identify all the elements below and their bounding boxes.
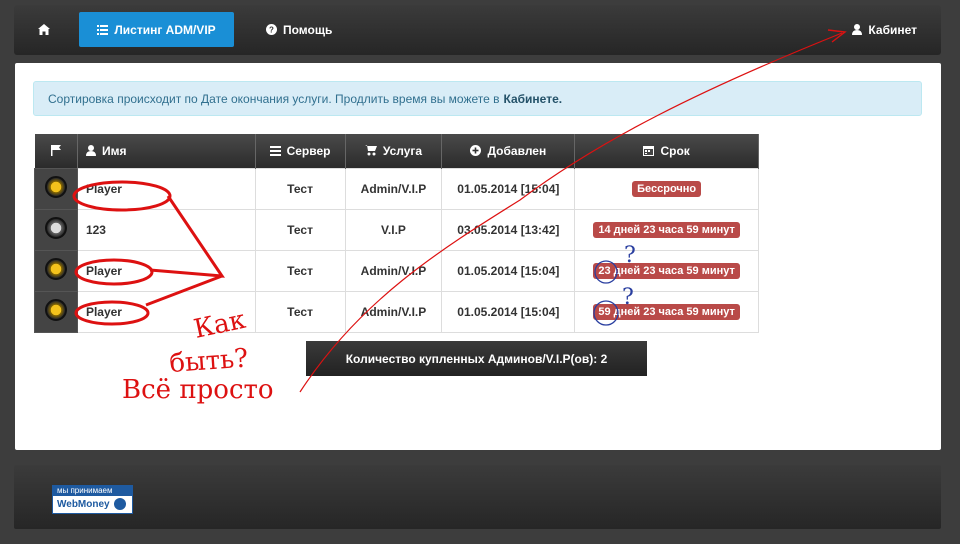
globe-icon (113, 498, 126, 510)
table-row: Player Тест Admin/V.I.P 01.05.2014 [15:0… (34, 290, 759, 333)
nav-listing-tab[interactable]: Листинг ADM/VIP (79, 12, 234, 47)
vip-silver-badge-icon (44, 217, 67, 239)
flag-icon (50, 145, 61, 157)
player-name: Player (76, 249, 256, 292)
table-row: Player Тест Admin/V.I.P 01.05.2014 [15:0… (34, 249, 759, 292)
footer: мы принимаем WebMoney (14, 465, 941, 529)
vip-gold-badge-icon (44, 176, 67, 198)
server-cell: Тест (254, 249, 346, 292)
player-name: Player (76, 167, 256, 210)
th-added[interactable]: Добавлен (441, 134, 576, 168)
term-cell: 14 дней 23 часа 59 минут (574, 208, 759, 251)
main-panel: Сортировка происходит по Дате окончания … (15, 63, 941, 450)
vip-badge-cell (34, 290, 78, 333)
webmoney-name: WebMoney (57, 498, 110, 510)
added-cell: 03.05.2014 [13:42] (441, 208, 576, 251)
alert-text: Сортировка происходит по Дате окончания … (48, 91, 500, 106)
term-cell: 59 дней 23 часа 59 минут (574, 290, 759, 333)
added-cell: 01.05.2014 [15:04] (441, 167, 576, 210)
th-term-label: Срок (660, 143, 690, 158)
service-cell: Admin/V.I.P (344, 249, 443, 292)
user-icon (852, 24, 863, 35)
top-navbar: Листинг ADM/VIP ? Помощь Кабинет (14, 5, 941, 55)
user-icon (85, 145, 96, 157)
player-name: Player (76, 290, 256, 333)
vip-badge-cell (34, 167, 78, 210)
th-added-label: Добавлен (487, 143, 547, 158)
service-cell: Admin/V.I.P (344, 167, 443, 210)
table-row: Player Тест Admin/V.I.P 01.05.2014 [15:0… (34, 167, 759, 210)
table-header-row: Имя Сервер Услуга Добавлен Срок (34, 134, 759, 168)
th-term[interactable]: Срок (574, 134, 759, 168)
calendar-icon (643, 146, 655, 157)
webmoney-caption: мы принимаем (53, 486, 132, 496)
nav-help-link[interactable]: ? Помощь (254, 12, 344, 47)
player-name: 123 (76, 208, 256, 251)
nav-listing-label: Листинг ADM/VIP (114, 22, 216, 37)
webmoney-logo[interactable]: мы принимаем WebMoney (52, 485, 133, 514)
vip-gold-badge-icon (44, 299, 67, 321)
th-server[interactable]: Сервер (255, 134, 346, 168)
home-icon (38, 24, 50, 35)
svg-text:?: ? (269, 26, 274, 35)
added-cell: 01.05.2014 [15:04] (441, 249, 576, 292)
term-label: Бессрочно (632, 180, 702, 197)
table-row: 123 Тест V.I.P 03.05.2014 [13:42] 14 дне… (34, 208, 759, 251)
th-name-label: Имя (101, 143, 127, 158)
list-icon (269, 145, 281, 156)
added-cell: 01.05.2014 [15:04] (441, 290, 576, 333)
term-label: 23 дней 23 часа 59 минут (593, 262, 740, 279)
server-cell: Тест (254, 290, 346, 333)
term-label: 59 дней 23 часа 59 минут (593, 303, 740, 320)
purchased-count-box: Количество купленных Админов/V.I.P(ов): … (306, 341, 647, 376)
alert-cabinet-link[interactable]: Кабинете. (504, 92, 563, 106)
vip-gold-badge-icon (44, 258, 67, 280)
th-service[interactable]: Услуга (345, 134, 443, 168)
nav-cabinet-label: Кабинет (868, 22, 917, 37)
th-flag (34, 134, 78, 168)
server-cell: Тест (254, 208, 346, 251)
th-name[interactable]: Имя (77, 134, 256, 168)
vip-badge-cell (34, 208, 78, 251)
th-service-label: Услуга (382, 143, 423, 158)
webmoney-brand: WebMoney (53, 496, 132, 512)
plus-circle-icon (470, 145, 482, 157)
term-cell: Бессрочно (574, 167, 759, 210)
list-icon (97, 24, 109, 35)
question-circle-icon: ? (266, 24, 277, 35)
shopping-cart-icon (364, 145, 377, 156)
listing-table: Имя Сервер Услуга Добавлен Срок Player Т… (34, 134, 759, 333)
nav-cabinet-link[interactable]: Кабинет (840, 12, 929, 47)
server-cell: Тест (254, 167, 346, 210)
home-button[interactable] (26, 12, 62, 47)
purchased-count-text: Количество купленных Админов/V.I.P(ов): … (345, 351, 608, 366)
nav-help-label: Помощь (283, 22, 333, 37)
term-cell: 23 дней 23 часа 59 минут (574, 249, 759, 292)
th-server-label: Сервер (286, 143, 331, 158)
term-label: 14 дней 23 часа 59 минут (593, 221, 740, 238)
vip-badge-cell (34, 249, 78, 292)
service-cell: V.I.P (344, 208, 443, 251)
service-cell: Admin/V.I.P (344, 290, 443, 333)
info-alert: Сортировка происходит по Дате окончания … (33, 81, 922, 116)
